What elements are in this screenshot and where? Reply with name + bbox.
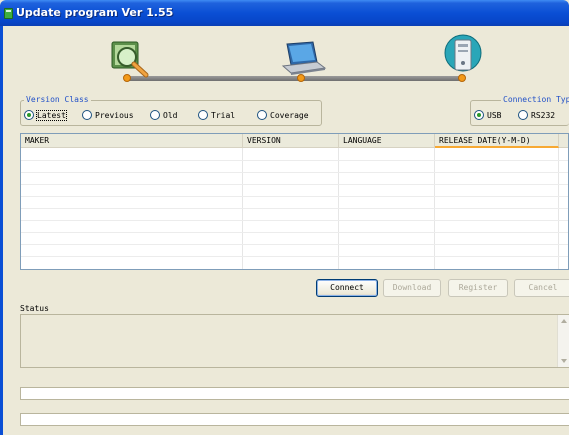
radio-version-latest[interactable]: Latest [24, 109, 67, 121]
radio-label: Previous [95, 110, 134, 120]
radio-indicator [24, 110, 34, 120]
connection-type-label: Connection Type [501, 95, 569, 104]
status-scrollbar[interactable] [557, 315, 569, 367]
desktop-computer-icon [444, 34, 482, 72]
radio-indicator [518, 110, 528, 120]
radio-label: Latest [36, 109, 67, 121]
version-class-label: Version Class [24, 95, 91, 104]
grid-line [21, 208, 568, 209]
radio-connection-usb[interactable]: USB [474, 110, 501, 120]
radio-version-trial[interactable]: Trial [198, 110, 235, 120]
column-header-release-date[interactable]: RELEASE DATE(Y-M-D) [435, 134, 559, 148]
grid-line [21, 220, 568, 221]
list-header: MAKER VERSION LANGUAGE RELEASE DATE(Y-M-… [21, 134, 568, 148]
radio-label: Coverage [270, 110, 309, 120]
progress-rail [126, 76, 462, 81]
grid-line [21, 256, 568, 257]
radio-indicator [257, 110, 267, 120]
radio-connection-rs232[interactable]: RS232 [518, 110, 555, 120]
radio-indicator [198, 110, 208, 120]
radio-label: USB [487, 110, 502, 120]
grid-line [21, 172, 568, 173]
scroll-up-arrow-icon[interactable] [561, 319, 567, 323]
column-header-language[interactable]: LANGUAGE [339, 134, 435, 148]
grid-line [21, 184, 568, 185]
column-header-maker[interactable]: MAKER [21, 134, 243, 148]
app-icon [4, 8, 13, 19]
status-label: Status [20, 304, 49, 313]
update-list[interactable]: MAKER VERSION LANGUAGE RELEASE DATE(Y-M-… [20, 133, 569, 270]
scroll-down-arrow-icon[interactable] [561, 359, 567, 363]
radio-label: Old [163, 110, 178, 120]
register-button[interactable]: Register [448, 279, 508, 297]
radio-indicator [150, 110, 160, 120]
magnifier-icon [111, 41, 149, 78]
radio-label: RS232 [531, 110, 556, 120]
status-text-area[interactable] [20, 314, 569, 368]
window-title: Update program Ver 1.55 [16, 6, 174, 19]
radio-indicator [474, 110, 484, 120]
radio-version-previous[interactable]: Previous [82, 110, 134, 120]
title-bar[interactable]: Update program Ver 1.55 [0, 0, 569, 26]
grid-line [21, 160, 568, 161]
progress-node-computer [458, 74, 466, 82]
grid-line [21, 232, 568, 233]
cancel-button[interactable]: Cancel [514, 279, 569, 297]
laptop-icon [281, 41, 327, 75]
grid-line [21, 244, 568, 245]
radio-indicator [82, 110, 92, 120]
overall-progress-bar [20, 387, 569, 400]
radio-version-coverage[interactable]: Coverage [257, 110, 309, 120]
column-header-version[interactable]: VERSION [243, 134, 339, 148]
connect-button[interactable]: Connect [316, 279, 378, 297]
download-button[interactable]: Download [383, 279, 441, 297]
file-progress-bar [20, 413, 569, 426]
radio-label: Trial [211, 110, 236, 120]
grid-line [21, 196, 568, 197]
radio-version-old[interactable]: Old [150, 110, 177, 120]
